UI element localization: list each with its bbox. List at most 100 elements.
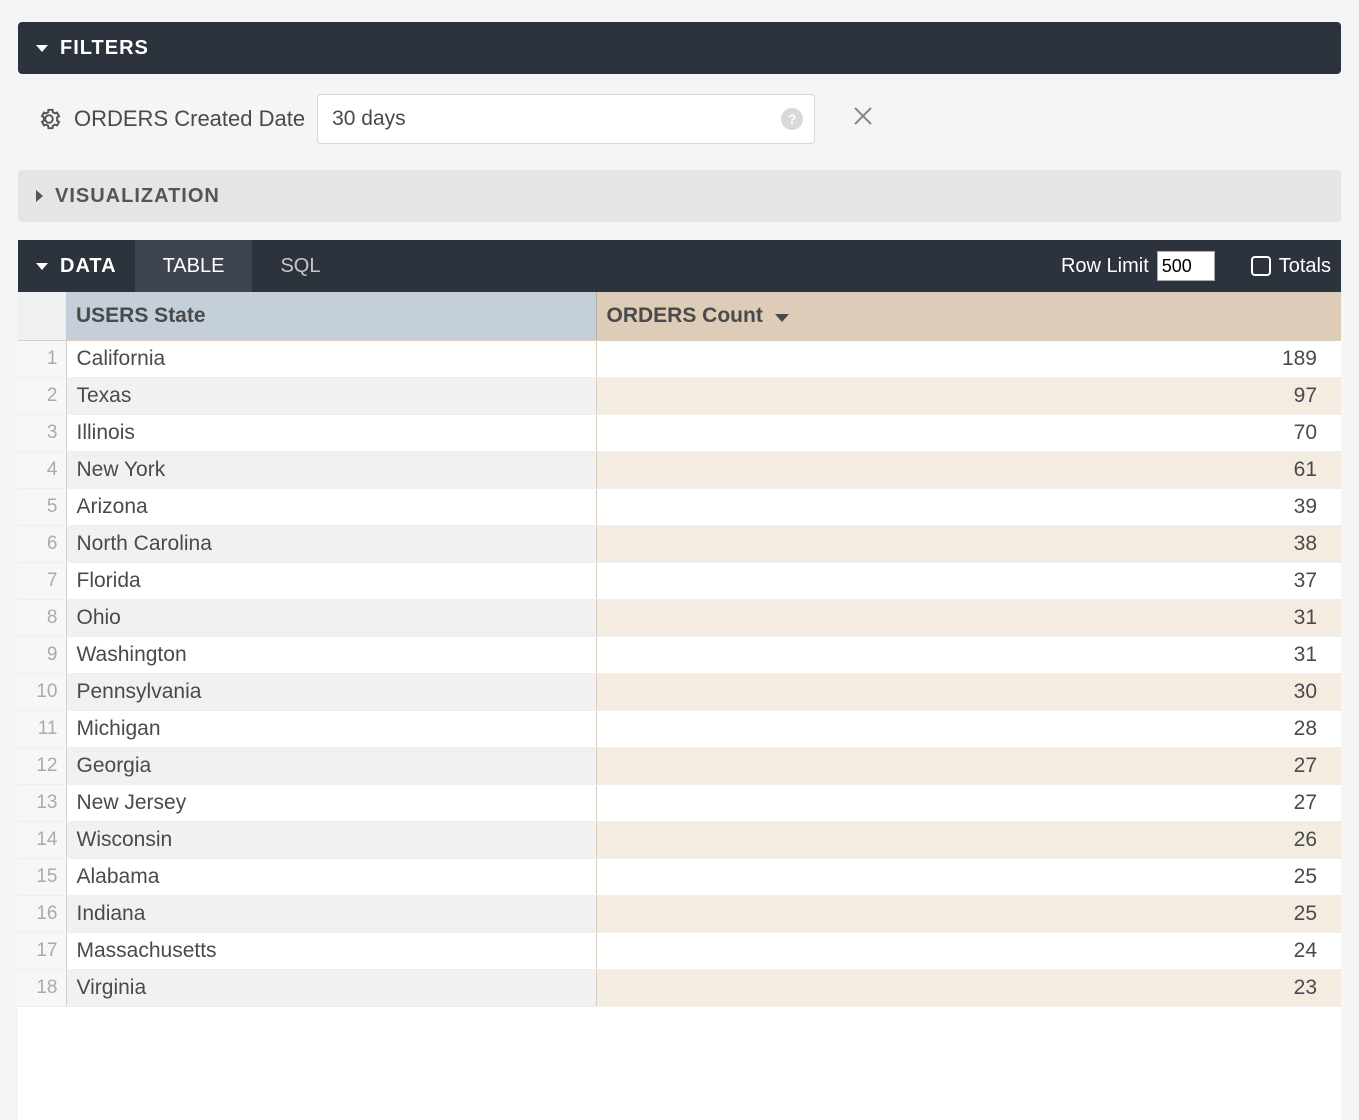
row-index: 17 <box>18 933 66 970</box>
row-index: 16 <box>18 896 66 933</box>
row-index: 12 <box>18 748 66 785</box>
cell-state: Michigan <box>66 711 596 748</box>
tab-sql[interactable]: SQL <box>252 240 348 292</box>
filter-label: ORDERS Created Date <box>74 106 305 132</box>
cell-state: Pennsylvania <box>66 674 596 711</box>
table-row[interactable]: 1California189 <box>18 341 1341 378</box>
cell-count: 25 <box>596 896 1341 933</box>
cell-state: Arizona <box>66 489 596 526</box>
clear-filter-icon[interactable] <box>851 104 875 135</box>
table-row[interactable]: 13New Jersey27 <box>18 785 1341 822</box>
table-row[interactable]: 12Georgia27 <box>18 748 1341 785</box>
row-index: 13 <box>18 785 66 822</box>
cell-state: Georgia <box>66 748 596 785</box>
table-row[interactable]: 8Ohio31 <box>18 600 1341 637</box>
data-title: DATA <box>60 255 117 278</box>
row-index: 6 <box>18 526 66 563</box>
table-row[interactable]: 10Pennsylvania30 <box>18 674 1341 711</box>
row-index: 14 <box>18 822 66 859</box>
tab-label: SQL <box>280 255 320 278</box>
table-row[interactable]: 16Indiana25 <box>18 896 1341 933</box>
cell-count: 31 <box>596 600 1341 637</box>
visualization-title: VISUALIZATION <box>55 185 220 208</box>
table-row[interactable]: 11Michigan28 <box>18 711 1341 748</box>
row-index: 7 <box>18 563 66 600</box>
table-row[interactable]: 7Florida37 <box>18 563 1341 600</box>
table-header-count[interactable]: ORDERS Count <box>596 292 1341 341</box>
cell-state: Wisconsin <box>66 822 596 859</box>
filter-value-input[interactable] <box>317 94 815 144</box>
data-table-wrap: USERS State ORDERS Count 1California1892… <box>18 292 1341 1120</box>
data-panel-collapse[interactable]: DATA <box>18 240 135 292</box>
totals-label: Totals <box>1279 255 1331 278</box>
filters-title: FILTERS <box>60 37 149 60</box>
cell-state: Ohio <box>66 600 596 637</box>
cell-state: California <box>66 341 596 378</box>
row-index: 8 <box>18 600 66 637</box>
cell-count: 97 <box>596 378 1341 415</box>
filter-row: ORDERS Created Date ? <box>18 74 1341 170</box>
table-header-index <box>18 292 66 341</box>
cell-state: Alabama <box>66 859 596 896</box>
help-icon[interactable]: ? <box>781 108 803 130</box>
table-header-state[interactable]: USERS State <box>66 292 596 341</box>
row-index: 5 <box>18 489 66 526</box>
cell-state: North Carolina <box>66 526 596 563</box>
cell-count: 31 <box>596 637 1341 674</box>
cell-count: 25 <box>596 859 1341 896</box>
cell-count: 23 <box>596 970 1341 1007</box>
cell-state: Florida <box>66 563 596 600</box>
cell-count: 27 <box>596 785 1341 822</box>
data-table: USERS State ORDERS Count 1California1892… <box>18 292 1341 1007</box>
row-index: 3 <box>18 415 66 452</box>
row-limit-input[interactable] <box>1157 251 1215 281</box>
row-index: 18 <box>18 970 66 1007</box>
totals-checkbox[interactable] <box>1251 256 1271 276</box>
cell-state: New Jersey <box>66 785 596 822</box>
chevron-right-icon <box>36 190 43 202</box>
table-row[interactable]: 3Illinois70 <box>18 415 1341 452</box>
cell-count: 27 <box>596 748 1341 785</box>
gear-icon[interactable] <box>36 106 62 132</box>
visualization-panel-header[interactable]: VISUALIZATION <box>18 170 1341 222</box>
row-limit-label: Row Limit <box>1061 255 1149 278</box>
row-index: 9 <box>18 637 66 674</box>
table-row[interactable]: 9Washington31 <box>18 637 1341 674</box>
table-row[interactable]: 2Texas97 <box>18 378 1341 415</box>
data-panel-header: DATA TABLE SQL Row Limit Totals <box>18 240 1341 292</box>
chevron-down-icon <box>36 263 48 270</box>
row-index: 1 <box>18 341 66 378</box>
cell-state: Washington <box>66 637 596 674</box>
row-index: 10 <box>18 674 66 711</box>
cell-count: 26 <box>596 822 1341 859</box>
cell-state: Indiana <box>66 896 596 933</box>
tab-table[interactable]: TABLE <box>135 240 253 292</box>
sort-desc-icon <box>775 314 789 322</box>
cell-state: New York <box>66 452 596 489</box>
table-row[interactable]: 6North Carolina38 <box>18 526 1341 563</box>
row-index: 15 <box>18 859 66 896</box>
filters-panel-header[interactable]: FILTERS <box>18 22 1341 74</box>
cell-state: Texas <box>66 378 596 415</box>
row-index: 4 <box>18 452 66 489</box>
chevron-down-icon <box>36 45 48 52</box>
cell-count: 28 <box>596 711 1341 748</box>
cell-state: Massachusetts <box>66 933 596 970</box>
cell-count: 39 <box>596 489 1341 526</box>
table-row[interactable]: 5Arizona39 <box>18 489 1341 526</box>
cell-state: Virginia <box>66 970 596 1007</box>
cell-count: 189 <box>596 341 1341 378</box>
table-row[interactable]: 14Wisconsin26 <box>18 822 1341 859</box>
cell-state: Illinois <box>66 415 596 452</box>
row-index: 2 <box>18 378 66 415</box>
cell-count: 37 <box>596 563 1341 600</box>
table-row[interactable]: 17Massachusetts24 <box>18 933 1341 970</box>
cell-count: 70 <box>596 415 1341 452</box>
table-row[interactable]: 15Alabama25 <box>18 859 1341 896</box>
row-index: 11 <box>18 711 66 748</box>
tab-label: TABLE <box>163 255 225 278</box>
table-row[interactable]: 18Virginia23 <box>18 970 1341 1007</box>
cell-count: 38 <box>596 526 1341 563</box>
table-row[interactable]: 4New York61 <box>18 452 1341 489</box>
cell-count: 61 <box>596 452 1341 489</box>
